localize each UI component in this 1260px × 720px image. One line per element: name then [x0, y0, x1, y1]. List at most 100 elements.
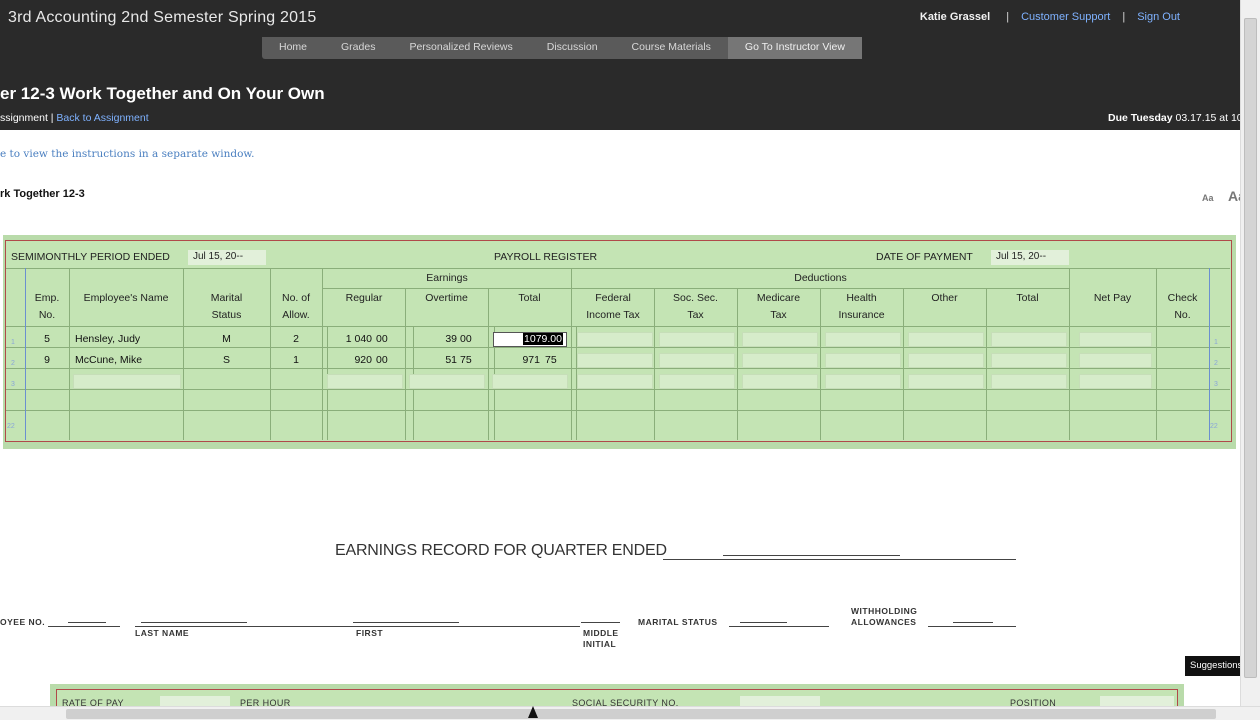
medicare-tax-input[interactable]	[742, 332, 818, 347]
label-line: WITHHOLDING	[851, 606, 918, 616]
vertical-scrollbar[interactable]	[1240, 0, 1260, 706]
overtime-input[interactable]	[409, 374, 485, 389]
due-date: Due Tuesday 03.17.15 at 10:–	[1108, 112, 1251, 124]
soc-sec-tax-input[interactable]	[659, 374, 735, 389]
customer-support-link[interactable]: Customer Support	[1013, 11, 1118, 23]
middle-initial-field[interactable]	[581, 622, 620, 623]
header-line: Insurance	[838, 309, 885, 321]
assignment-title: er 12-3 Work Together and On Your Own	[0, 84, 325, 103]
header-line: Emp.	[34, 292, 60, 304]
separator: |	[1006, 11, 1010, 23]
last-name-label: LAST NAME	[135, 628, 190, 638]
payment-date-input[interactable]: Jul 15, 20--	[991, 250, 1069, 265]
withholding-allowances-label: WITHHOLDING ALLOWANCES	[851, 606, 917, 628]
federal-tax-input[interactable]	[577, 353, 653, 368]
emp-no-cell: 9	[44, 354, 50, 366]
net-pay-input[interactable]	[1079, 374, 1152, 389]
nav-personalized-reviews[interactable]: Personalized Reviews	[392, 37, 529, 59]
scroll-thumb[interactable]	[66, 709, 1216, 719]
quarter-ended-field[interactable]	[723, 555, 900, 556]
row-number: 3	[1214, 381, 1218, 388]
deductions-group-header: Deductions	[794, 272, 847, 284]
medicare-tax-input[interactable]	[742, 374, 818, 389]
scroll-thumb[interactable]	[1244, 18, 1257, 678]
period-input[interactable]: Jul 15, 20--	[188, 250, 266, 265]
other-deduction-input[interactable]	[908, 332, 984, 347]
col-emp-no: Emp. No.	[25, 290, 69, 324]
total-deductions-input[interactable]	[991, 374, 1067, 389]
position-input[interactable]	[1100, 696, 1174, 706]
header-line: Tax	[687, 309, 704, 321]
net-pay-input[interactable]	[1079, 353, 1152, 368]
health-insurance-input[interactable]	[825, 374, 901, 389]
health-insurance-input[interactable]	[825, 353, 901, 368]
rate-of-pay-input[interactable]	[160, 696, 230, 706]
soc-sec-tax-input[interactable]	[659, 332, 735, 347]
site-header: 3rd Accounting 2nd Semester Spring 2015 …	[0, 0, 1251, 130]
nav-grades[interactable]: Grades	[324, 37, 392, 59]
marital-status-field[interactable]	[740, 622, 787, 623]
total-earnings-input[interactable]	[492, 374, 568, 389]
header-line: Medicare	[756, 292, 801, 304]
federal-tax-input[interactable]	[577, 374, 653, 389]
col-total-earnings: Total	[518, 292, 541, 304]
earnings-record-table-panel: RATE OF PAY PER HOUR SOCIAL SECURITY NO.…	[50, 684, 1184, 709]
payroll-register: SEMIMONTHLY PERIOD ENDED Jul 15, 20-- PA…	[5, 240, 1232, 442]
col-health-insurance: Health Insurance	[820, 290, 903, 324]
header-line: Tax	[770, 309, 787, 321]
header-line: Income Tax	[586, 309, 640, 321]
header-line: Check	[1167, 292, 1198, 304]
col-net-pay: Net Pay	[1093, 292, 1132, 304]
col-overtime: Overtime	[425, 292, 468, 304]
back-to-assignment-link[interactable]: Back to Assignment	[56, 112, 148, 124]
employee-no-field[interactable]	[48, 626, 120, 627]
net-pay-input[interactable]	[1079, 332, 1152, 347]
label-line: MIDDLE	[583, 628, 619, 638]
col-regular: Regular	[345, 292, 383, 304]
federal-tax-input[interactable]	[577, 332, 653, 347]
breadcrumb-prefix: ssignment |	[0, 112, 57, 124]
header-line: Federal	[595, 292, 631, 304]
total-deductions-input[interactable]	[991, 353, 1067, 368]
medicare-tax-input[interactable]	[742, 353, 818, 368]
instructions-link[interactable]: e to view the instructions in a separate…	[0, 148, 255, 160]
browser-viewport: 3rd Accounting 2nd Semester Spring 2015 …	[0, 0, 1260, 720]
course-title: 3rd Accounting 2nd Semester Spring 2015	[8, 9, 317, 26]
row-number: 1	[11, 339, 15, 346]
total-earnings-input[interactable]: 1079.00	[493, 332, 567, 347]
col-other: Other	[931, 292, 958, 304]
ssn-input[interactable]	[740, 696, 820, 706]
row-number: 22	[1210, 423, 1218, 430]
section-title: rk Together 12-3	[0, 188, 85, 200]
health-insurance-input[interactable]	[825, 332, 901, 347]
nav-course-materials[interactable]: Course Materials	[615, 37, 728, 59]
grid-line	[6, 268, 1230, 269]
marital-status-label: MARITAL STATUS	[638, 617, 718, 627]
withholding-field[interactable]	[953, 622, 993, 623]
font-small-button[interactable]: Aa	[1202, 193, 1214, 203]
horizontal-scrollbar[interactable]	[0, 706, 1260, 720]
label-line: INITIAL	[583, 639, 617, 649]
header-line: Health	[846, 292, 877, 304]
sign-out-link[interactable]: Sign Out	[1129, 11, 1188, 23]
other-deduction-input[interactable]	[908, 374, 984, 389]
employee-no-field[interactable]	[68, 622, 106, 623]
nav-home[interactable]: Home	[262, 37, 324, 59]
regular-input[interactable]	[327, 374, 403, 389]
total-deductions-input[interactable]	[991, 332, 1067, 347]
employee-name-input[interactable]	[73, 374, 181, 389]
nav-discussion[interactable]: Discussion	[530, 37, 615, 59]
nav-instructor-view[interactable]: Go To Instructor View	[727, 37, 862, 59]
earnings-group-header: Earnings	[426, 272, 468, 284]
first-name-field[interactable]	[353, 622, 459, 623]
last-name-field[interactable]	[141, 622, 247, 623]
employee-no-label: OYEE NO.	[0, 617, 46, 627]
soc-sec-tax-input[interactable]	[659, 353, 735, 368]
row-number: 22	[7, 423, 15, 430]
row-number: 2	[11, 360, 15, 367]
grid-line	[6, 368, 1230, 369]
other-deduction-input[interactable]	[908, 353, 984, 368]
quarter-ended-line[interactable]	[663, 559, 1016, 560]
regular-dollars-cell: 920	[354, 354, 372, 366]
name-line	[135, 626, 580, 627]
